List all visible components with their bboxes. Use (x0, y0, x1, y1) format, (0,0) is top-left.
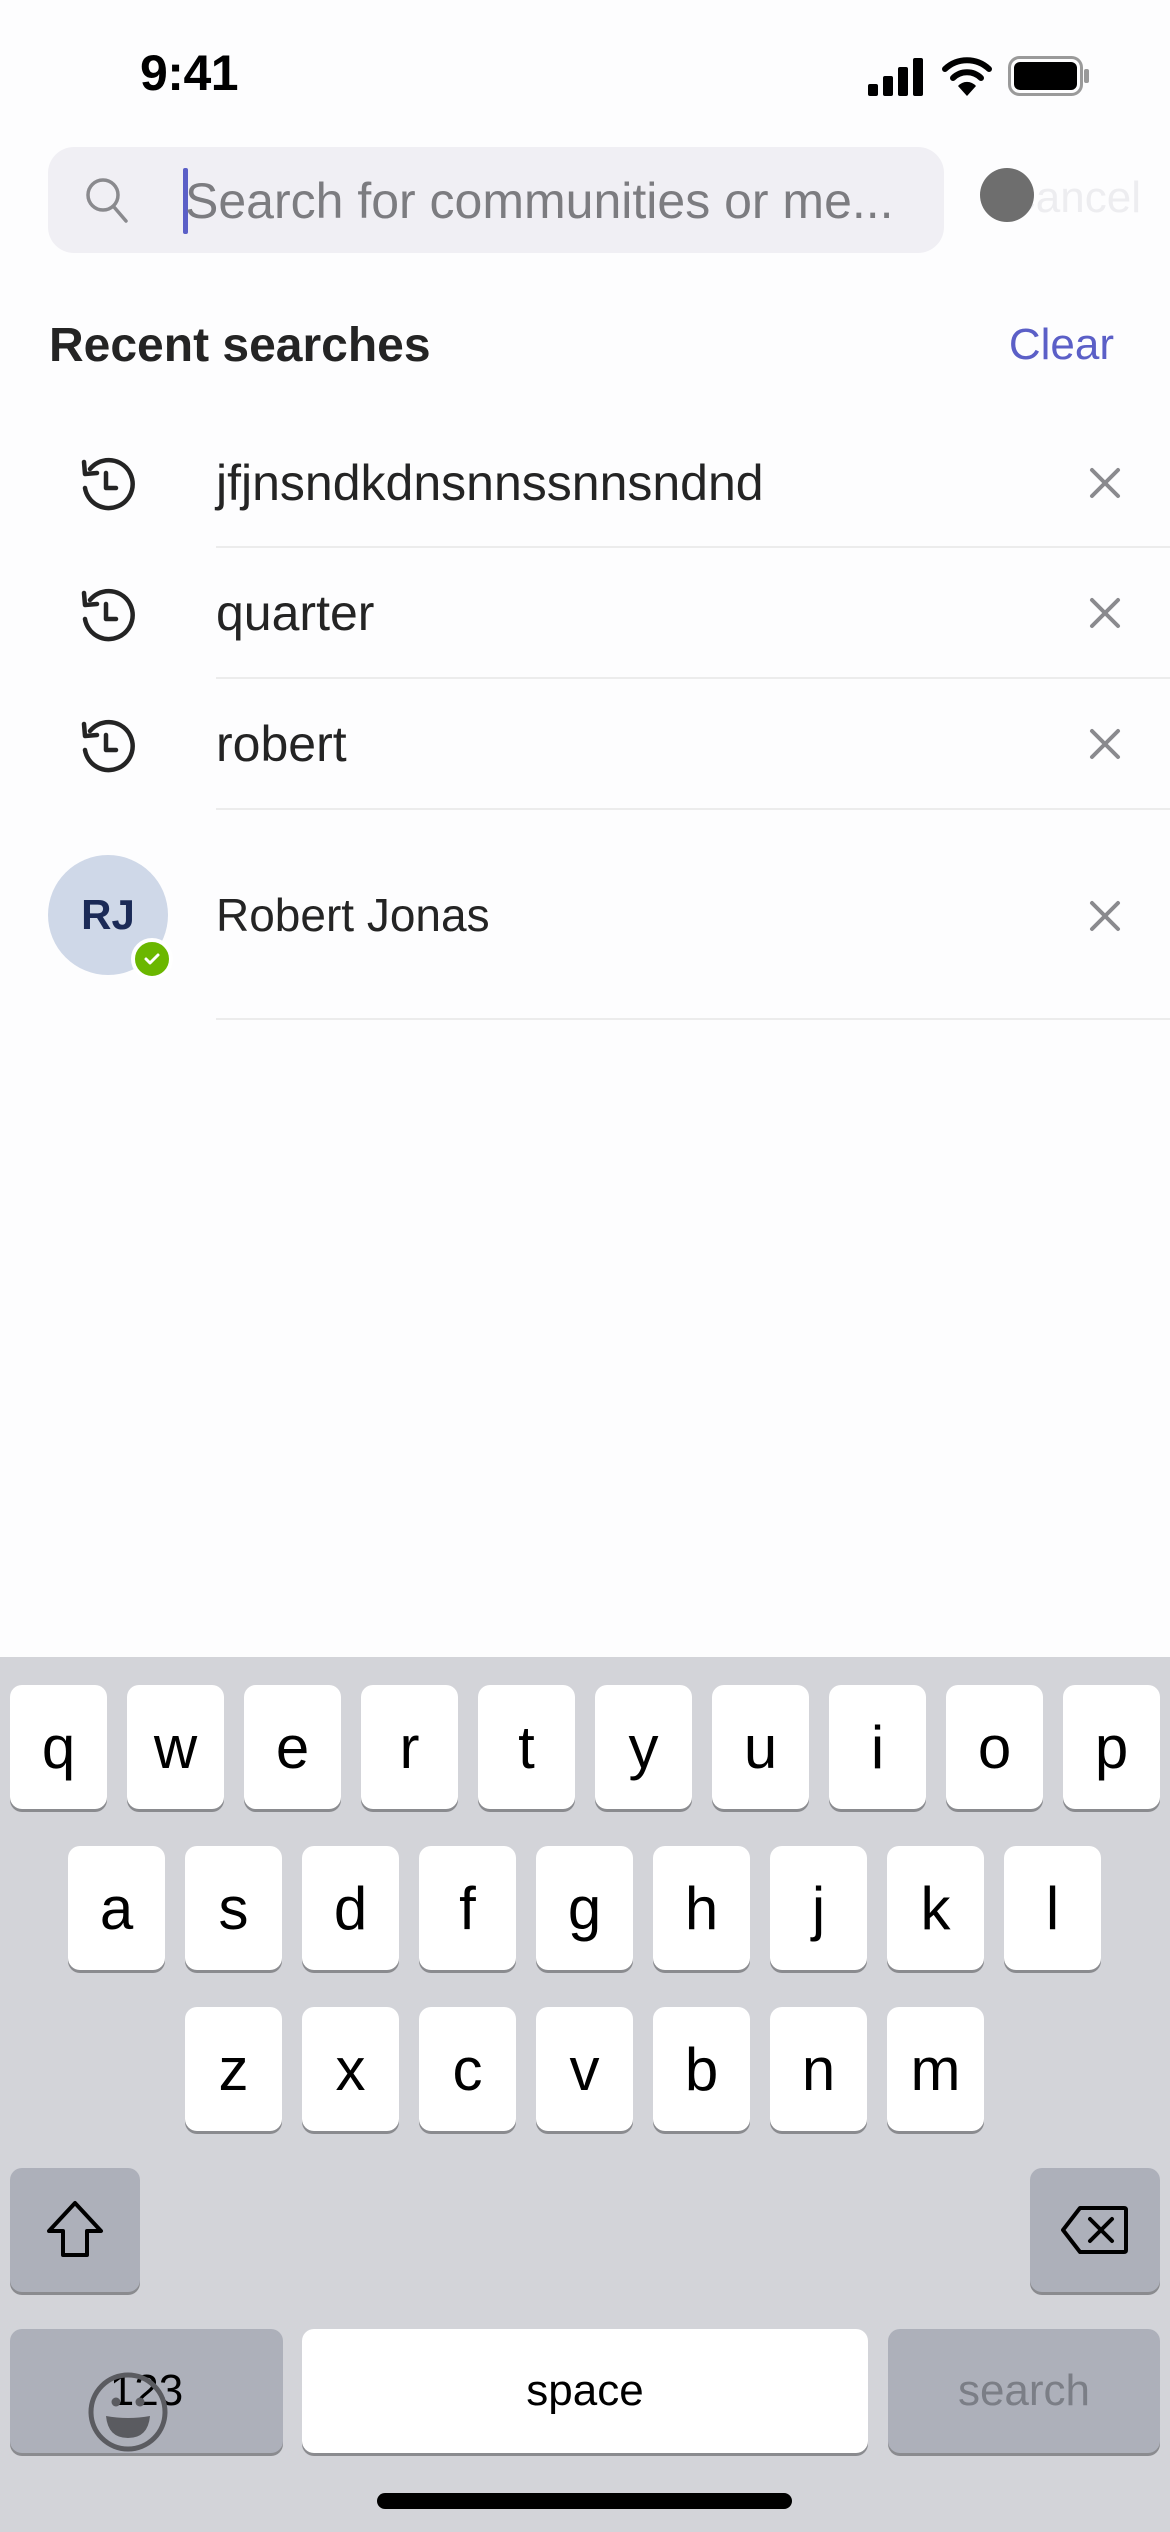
key-m[interactable]: m (887, 2007, 984, 2131)
recent-search-text: jfjnsndkdnsnnssnnsndnd (216, 455, 764, 511)
remove-icon[interactable] (1084, 723, 1126, 765)
key-l[interactable]: l (1004, 1846, 1101, 1970)
key-p[interactable]: p (1063, 1685, 1160, 1809)
key-t[interactable]: t (478, 1685, 575, 1809)
space-key[interactable]: space (302, 2329, 868, 2453)
recent-search-text: robert (216, 716, 347, 772)
remove-icon[interactable] (1084, 895, 1126, 937)
person-name: Robert Jonas (216, 889, 490, 941)
search-key[interactable]: search (888, 2329, 1160, 2453)
key-a[interactable]: a (68, 1846, 165, 1970)
clear-button[interactable]: Clear (1009, 320, 1114, 370)
key-j[interactable]: j (770, 1846, 867, 1970)
recent-search-item[interactable]: quarter (0, 550, 1170, 675)
divider (216, 546, 1170, 548)
history-icon (81, 457, 135, 511)
key-b[interactable]: b (653, 2007, 750, 2131)
key-i[interactable]: i (829, 1685, 926, 1809)
key-u[interactable]: u (712, 1685, 809, 1809)
touch-indicator (980, 168, 1034, 222)
key-x[interactable]: x (302, 2007, 399, 2131)
cellular-signal-icon (868, 58, 923, 96)
recent-person-item[interactable] (0, 830, 1170, 1010)
recent-searches-title: Recent searches (49, 319, 431, 372)
key-v[interactable]: v (536, 2007, 633, 2131)
key-z[interactable]: z (185, 2007, 282, 2131)
key-f[interactable]: f (419, 1846, 516, 1970)
shift-icon (47, 2201, 103, 2257)
recent-search-item[interactable]: robert (0, 681, 1170, 806)
recent-search-text: quarter (216, 585, 375, 641)
key-y[interactable]: y (595, 1685, 692, 1809)
presence-available-icon (131, 938, 173, 980)
recent-search-item[interactable]: jfjnsndkdnsnnssnnsndnd (0, 420, 1170, 545)
key-n[interactable]: n (770, 2007, 867, 2131)
key-e[interactable]: e (244, 1685, 341, 1809)
key-k[interactable]: k (887, 1846, 984, 1970)
keyboard: 123 space search qwertyuiopasdfghjklzxcv… (0, 1657, 1170, 2532)
status-time: 9:41 (140, 45, 239, 101)
wifi-icon (942, 57, 992, 96)
divider (216, 677, 1170, 679)
key-w[interactable]: w (127, 1685, 224, 1809)
key-r[interactable]: r (361, 1685, 458, 1809)
key-c[interactable]: c (419, 2007, 516, 2131)
remove-icon[interactable] (1084, 462, 1126, 504)
remove-icon[interactable] (1084, 592, 1126, 634)
history-icon (81, 719, 135, 773)
key-g[interactable]: g (536, 1846, 633, 1970)
key-s[interactable]: s (185, 1846, 282, 1970)
delete-key[interactable] (1030, 2168, 1160, 2292)
key-d[interactable]: d (302, 1846, 399, 1970)
backspace-icon (1061, 2206, 1128, 2254)
emoji-icon[interactable] (86, 2370, 170, 2454)
shift-key[interactable] (10, 2168, 140, 2292)
divider (216, 808, 1170, 810)
status-icons (868, 56, 1090, 96)
search-icon (86, 178, 128, 223)
home-indicator (377, 2493, 792, 2509)
search-input[interactable]: Search for communities or me... (185, 172, 894, 230)
divider (216, 1018, 1170, 1020)
key-o[interactable]: o (946, 1685, 1043, 1809)
history-icon (81, 588, 135, 642)
key-q[interactable]: q (10, 1685, 107, 1809)
key-h[interactable]: h (653, 1846, 750, 1970)
battery-icon (1008, 56, 1089, 96)
